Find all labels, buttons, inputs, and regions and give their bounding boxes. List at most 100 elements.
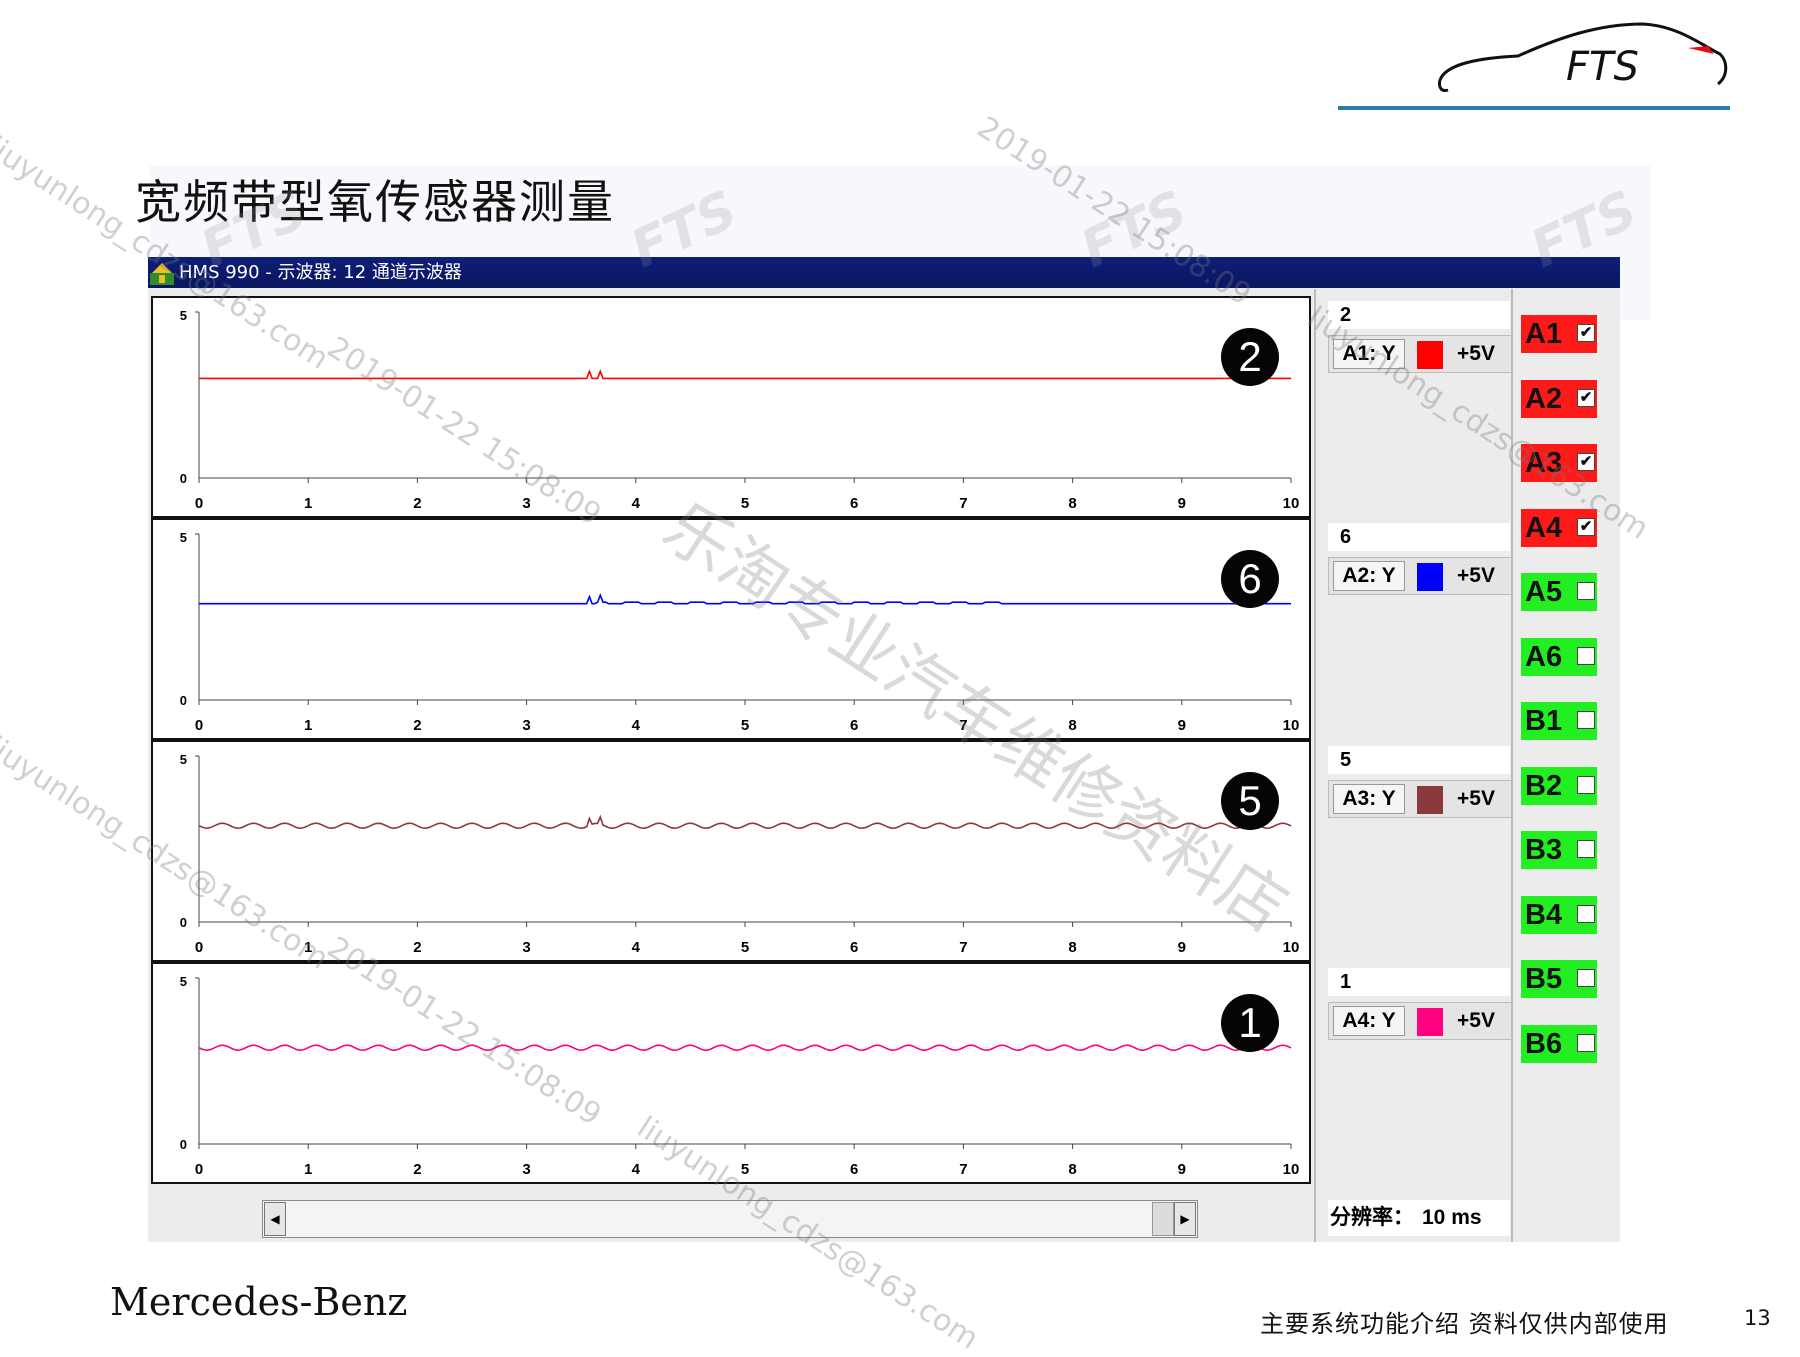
x-tick-label: 6 bbox=[850, 1161, 858, 1178]
checkbox-unchecked-icon[interactable] bbox=[1577, 1033, 1595, 1052]
channel-toggle-label: A1 bbox=[1525, 318, 1563, 350]
plot-channel-a1: 5 0 0 1 2 3 4 5 6 7 8 9 10 2 bbox=[151, 296, 1311, 518]
x-tick-label: 9 bbox=[1178, 939, 1186, 956]
logo-text: FTS bbox=[1566, 44, 1639, 90]
checkbox-checked-icon[interactable]: ✔ bbox=[1577, 517, 1595, 536]
x-tick-label: 6 bbox=[850, 717, 858, 734]
channel-color-swatch[interactable] bbox=[1417, 786, 1443, 814]
checkbox-unchecked-icon[interactable] bbox=[1577, 840, 1595, 858]
channel-toggle-b3[interactable]: B3 bbox=[1521, 831, 1597, 869]
x-tick-label: 0 bbox=[195, 717, 203, 734]
channel-toggle-a1[interactable]: A1 ✔ bbox=[1521, 315, 1597, 353]
x-tick-label: 2 bbox=[413, 1161, 421, 1178]
resolution-readout: 分辨率： 10 ms bbox=[1328, 1200, 1510, 1236]
page-number: 13 bbox=[1744, 1306, 1771, 1330]
checkbox-checked-icon[interactable]: ✔ bbox=[1577, 388, 1595, 407]
checkbox-unchecked-icon[interactable] bbox=[1577, 775, 1595, 794]
channel-toggle-a2[interactable]: A2 ✔ bbox=[1521, 379, 1597, 418]
x-tick-label: 3 bbox=[522, 495, 530, 512]
channel-number: 6 bbox=[1328, 523, 1510, 551]
checkbox-unchecked-icon[interactable] bbox=[1577, 646, 1595, 665]
x-tick-label: 1 bbox=[304, 717, 312, 734]
y-tick-label: 5 bbox=[180, 752, 187, 767]
channel-number: 1 bbox=[1328, 968, 1510, 996]
channel-toggle-panel: A1 ✔ A2 ✔ A3 ✔ A4 ✔ A5 A6 B1 B2 B3 B4 B5 B6 bbox=[1511, 289, 1620, 1242]
channel-range: +5V bbox=[1457, 787, 1495, 810]
x-tick-label: 3 bbox=[522, 939, 530, 956]
channel-toggle-label: A5 bbox=[1525, 576, 1563, 608]
channel-number-badge: 5 bbox=[1221, 772, 1279, 830]
x-tick-label: 6 bbox=[850, 495, 858, 512]
channel-color-swatch[interactable] bbox=[1417, 341, 1443, 369]
checkbox-unchecked-icon[interactable] bbox=[1577, 582, 1595, 600]
channel-info-a2: 6 A2: Y +5V bbox=[1328, 523, 1522, 605]
x-tick-label: 2 bbox=[413, 939, 421, 956]
y-tick-label: 0 bbox=[180, 915, 187, 930]
x-tick-label: 0 bbox=[195, 495, 203, 512]
signal-trace bbox=[199, 592, 1291, 605]
checkbox-checked-icon[interactable]: ✔ bbox=[1577, 453, 1595, 471]
x-tick-label: 0 bbox=[195, 1161, 203, 1178]
logo-underline bbox=[1338, 106, 1730, 110]
y-tick-label: 5 bbox=[180, 530, 187, 545]
fts-car-logo: FTS bbox=[1438, 22, 1728, 92]
x-tick-label: 7 bbox=[959, 939, 967, 956]
channel-label-button[interactable]: A1: Y bbox=[1333, 339, 1405, 369]
plot-svg: 5 00 1 2 3 4 5 6 7 8 9 10 bbox=[180, 752, 1300, 956]
y-tick-label: 5 bbox=[180, 974, 187, 989]
y-tick-label: 0 bbox=[180, 471, 187, 486]
plot-channel-a3: 5 0 0 1 2 3 4 5 6 7 8 9 10 5 bbox=[151, 740, 1311, 962]
x-tick-label: 6 bbox=[850, 939, 858, 956]
window-titlebar[interactable]: HMS 990 - 示波器: 12 通道示波器 bbox=[148, 257, 1620, 288]
channel-toggle-label: B5 bbox=[1525, 963, 1563, 995]
x-tick-label: 2 bbox=[413, 495, 421, 512]
x-tick-label: 4 bbox=[632, 495, 641, 512]
channel-toggle-b5[interactable]: B5 bbox=[1521, 960, 1597, 998]
checkbox-unchecked-icon[interactable] bbox=[1577, 904, 1595, 923]
plot-area: 5 0 0 1 2 3 4 5 6 7 8 9 10 2 5 0 0 1 2 3 4 5 6 7 8 9 10 6 500123… bbox=[151, 296, 1311, 1186]
x-tick-label: 1 bbox=[304, 1161, 312, 1178]
channel-info-a3: 5 A3: Y +5V bbox=[1328, 746, 1522, 828]
channel-toggle-a3[interactable]: A3 ✔ bbox=[1521, 444, 1597, 482]
scroll-thumb[interactable] bbox=[1152, 1202, 1174, 1236]
horizontal-scrollbar[interactable]: ◀ ▶ bbox=[262, 1200, 1198, 1238]
channel-toggle-label: B1 bbox=[1525, 705, 1563, 737]
checkbox-unchecked-icon[interactable] bbox=[1577, 969, 1595, 987]
channel-toggle-b1[interactable]: B1 bbox=[1521, 702, 1597, 740]
channel-toggle-a5[interactable]: A5 bbox=[1521, 573, 1597, 611]
plot-svg: 5 00 1 2 3 4 5 6 7 8 9 10 bbox=[180, 974, 1300, 1178]
scroll-left-arrow-icon[interactable]: ◀ bbox=[264, 1202, 286, 1236]
plot-channel-a2: 5 0 0 1 2 3 4 5 6 7 8 9 10 6 bbox=[151, 518, 1311, 740]
x-tick-label: 8 bbox=[1068, 1161, 1076, 1178]
channel-toggle-label: A3 bbox=[1525, 447, 1563, 479]
channel-label-button[interactable]: A3: Y bbox=[1333, 784, 1405, 814]
x-tick-label: 8 bbox=[1068, 495, 1076, 512]
x-tick-label: 2 bbox=[413, 717, 421, 734]
channel-label-button[interactable]: A4: Y bbox=[1333, 1006, 1405, 1036]
x-tick-label: 5 bbox=[741, 939, 749, 956]
channel-info-a1: 2 A1: Y +5V bbox=[1328, 301, 1522, 383]
scroll-right-arrow-icon[interactable]: ▶ bbox=[1174, 1202, 1196, 1236]
x-tick-label: 10 bbox=[1283, 495, 1300, 512]
plot-channel-a4: 5 0 0 1 2 3 4 5 6 7 8 9 10 1 bbox=[151, 962, 1311, 1184]
app-icon bbox=[150, 263, 174, 285]
x-tick-label: 3 bbox=[522, 1161, 530, 1178]
checkbox-unchecked-icon[interactable] bbox=[1577, 711, 1595, 729]
checkbox-checked-icon[interactable]: ✔ bbox=[1577, 324, 1595, 342]
x-tick-label: 5 bbox=[741, 717, 749, 734]
x-tick-label: 9 bbox=[1178, 1161, 1186, 1178]
channel-toggle-b2[interactable]: B2 bbox=[1521, 766, 1597, 805]
channel-number: 2 bbox=[1328, 301, 1510, 329]
x-tick-label: 8 bbox=[1068, 939, 1076, 956]
channel-toggle-b4[interactable]: B4 bbox=[1521, 895, 1597, 934]
channel-color-swatch[interactable] bbox=[1417, 1008, 1443, 1036]
channel-color-swatch[interactable] bbox=[1417, 563, 1443, 591]
plot-svg: 5 00 1 2 3 4 5 6 7 8 9 10 bbox=[180, 530, 1300, 734]
y-tick-label: 5 bbox=[180, 308, 187, 323]
channel-label-button[interactable]: A2: Y bbox=[1333, 561, 1405, 591]
x-tick-label: 3 bbox=[522, 717, 530, 734]
x-tick-label: 10 bbox=[1283, 1161, 1300, 1178]
channel-toggle-a4[interactable]: A4 ✔ bbox=[1521, 508, 1597, 547]
channel-toggle-b6[interactable]: B6 bbox=[1521, 1024, 1597, 1063]
channel-toggle-a6[interactable]: A6 bbox=[1521, 637, 1597, 676]
